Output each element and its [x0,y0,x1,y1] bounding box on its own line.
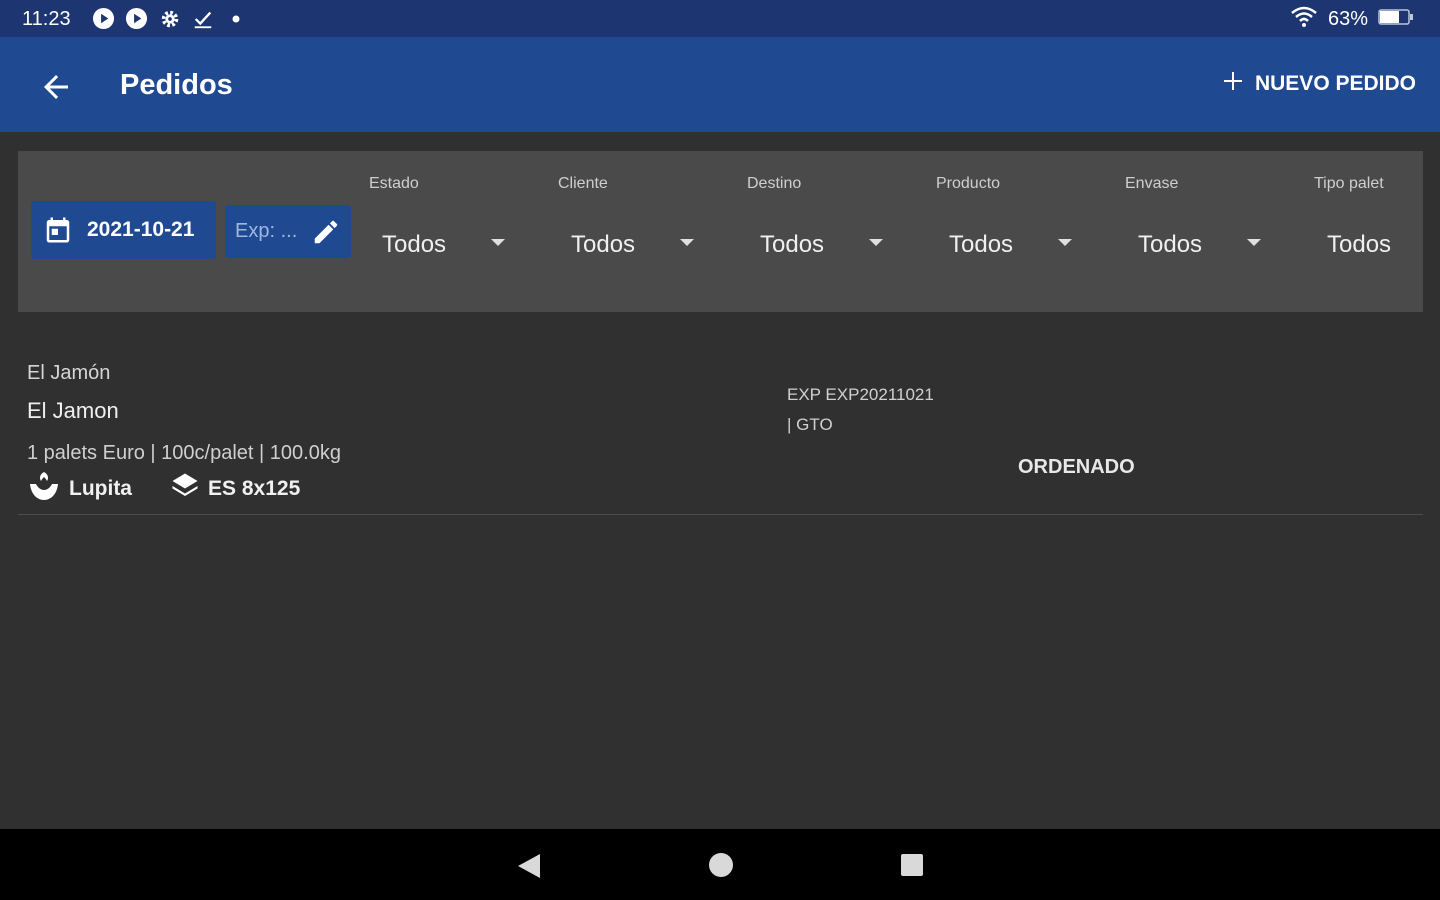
filter-value: Todos [1138,231,1203,258]
system-nav-bar [0,829,1440,900]
dropdown-arrow-icon [1247,239,1261,246]
nav-recents-icon[interactable] [901,854,923,876]
order-exp-location: | GTO [787,415,833,434]
status-bar: 11:23 63% [0,0,1440,37]
order-status: ORDENADO [1018,456,1135,478]
page-title: Pedidos [120,69,233,101]
order-exp: EXP EXP20211021 | GTO [787,380,934,440]
order-details-row: Lupita ES 8x125 [27,470,338,508]
exp-filter-button[interactable]: Exp: ... [225,205,351,258]
order-product-name: Lupita [69,477,132,500]
nav-back-icon[interactable] [516,852,542,885]
date-picker-button[interactable]: 2021-10-21 [31,201,216,259]
seedling-hand-icon [27,470,61,508]
plus-icon [1221,69,1245,99]
exp-filter-label: Exp: ... [235,220,298,242]
filter-destino[interactable]: Destino Todos [747,175,907,285]
arrow-left-icon [38,75,74,109]
battery-icon [1378,7,1414,32]
dot-icon [224,7,247,30]
filter-value: Todos [571,231,636,258]
filter-producto[interactable]: Producto Todos [936,175,1096,285]
filter-label: Envase [1125,175,1179,192]
filter-cliente[interactable]: Cliente Todos [558,175,718,285]
back-button[interactable] [38,69,74,105]
date-value: 2021-10-21 [87,218,195,241]
status-notification-icons [92,7,247,30]
dropdown-arrow-icon [491,239,505,246]
filter-panel: 2021-10-21 Exp: ... Estado Todos Cliente… [18,151,1423,312]
new-order-label: NUEVO PEDIDO [1254,72,1416,95]
app-bar: Pedidos NUEVO PEDIDO [0,37,1440,132]
layers-icon [170,471,200,507]
order-client: El Jamón [27,362,111,384]
battery-percent: 63% [1327,8,1368,30]
order-list-item[interactable]: El Jamón El Jamon 1 palets Euro | 100c/p… [18,340,1423,515]
filter-tipo-palet[interactable]: Tipo palet Todos [1314,175,1414,285]
filter-envase[interactable]: Envase Todos [1125,175,1285,285]
filter-label: Destino [747,175,802,192]
filter-label: Tipo palet [1314,175,1384,192]
new-order-button[interactable]: NUEVO PEDIDO [1221,69,1416,99]
gear-icon [158,7,181,30]
play-circle-icon [125,7,148,30]
filter-label: Producto [936,175,1001,192]
wifi-icon [1290,6,1318,33]
order-package-name: ES 8x125 [208,477,301,500]
play-circle-icon [92,7,115,30]
filter-value: Todos [760,231,825,258]
filter-estado[interactable]: Estado Todos [369,175,529,285]
download-check-icon [191,7,214,30]
filter-value: Todos [949,231,1014,258]
dropdown-arrow-icon [680,239,694,246]
order-destination: El Jamon [27,398,119,423]
dropdown-arrow-icon [869,239,883,246]
status-system-icons: 63% [1290,6,1414,33]
filter-value: Todos [1327,231,1392,258]
filter-label: Estado [369,175,419,192]
dropdown-arrow-icon [1058,239,1072,246]
order-description: 1 palets Euro | 100c/palet | 100.0kg [27,442,341,464]
calendar-icon [43,215,73,245]
order-package: ES 8x125 [170,471,300,507]
order-product: Lupita [27,470,132,508]
filter-label: Cliente [558,175,608,192]
nav-home-icon[interactable] [709,853,733,877]
filter-value: Todos [382,231,447,258]
order-exp-code: EXP EXP20211021 [787,385,934,404]
status-time: 11:23 [22,8,71,30]
pencil-icon [311,217,341,247]
